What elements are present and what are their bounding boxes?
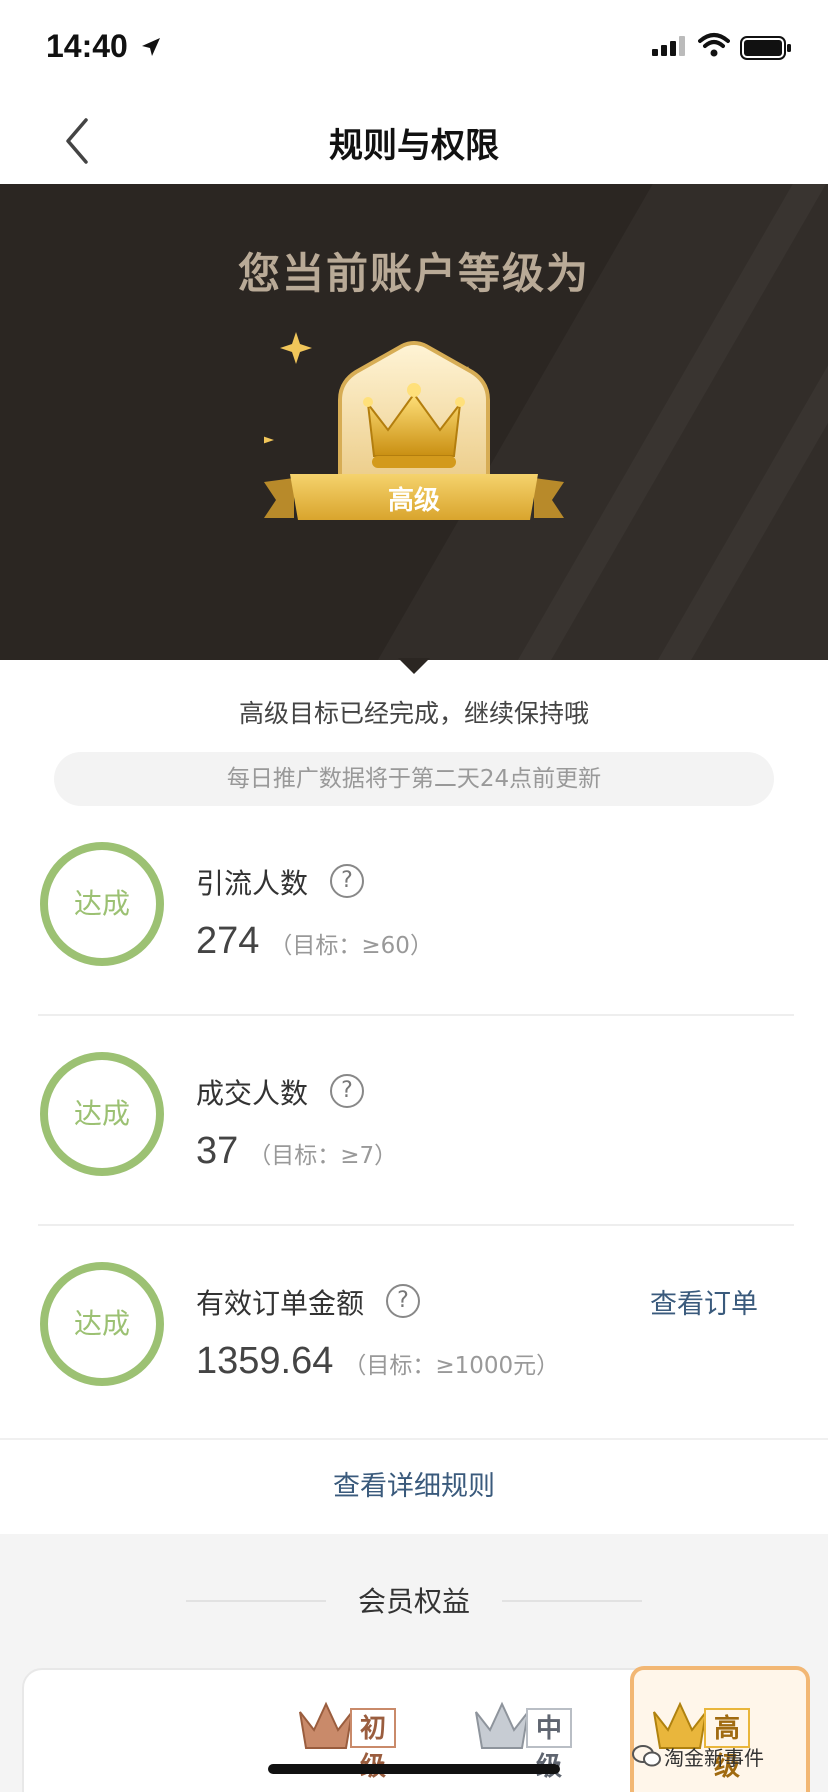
view-orders-link[interactable]: 查看订单 xyxy=(650,1282,758,1321)
level-hero: 您当前账户等级为 高级 xyxy=(0,184,828,660)
level-label: 高级 xyxy=(387,486,440,516)
metric-target: （目标：≥1000元） xyxy=(343,1353,560,1379)
status-time: 14:40 xyxy=(46,28,128,64)
wechat-icon xyxy=(632,1745,661,1767)
tier-junior[interactable]: 初级 xyxy=(296,1698,397,1782)
watermark-text: 淘金新事件 xyxy=(664,1746,764,1770)
level-badge: 高级 xyxy=(242,332,564,572)
update-notice: 每日推广数据将于第二天24点前更新 xyxy=(54,752,774,806)
bronze-crown-icon xyxy=(299,1701,353,1749)
metric-label: 引流人数 xyxy=(196,867,309,900)
tier-label: 初级 xyxy=(350,1708,397,1782)
status-message: 高级目标已经完成，继续保持哦 xyxy=(238,699,589,728)
wifi-icon xyxy=(698,33,730,57)
metric-value: 37 xyxy=(196,1130,239,1172)
hero-pointer xyxy=(398,658,430,674)
help-icon[interactable]: ? xyxy=(330,1074,364,1108)
status-bar: 14:40 xyxy=(0,0,828,96)
metric-target: （目标：≥7） xyxy=(248,1143,398,1169)
benefits-title: 会员权益 xyxy=(357,1585,470,1618)
detailed-rules-link[interactable]: 查看详细规则 xyxy=(0,1438,828,1534)
home-indicator[interactable] xyxy=(268,1764,560,1774)
page-title: 规则与权限 xyxy=(329,126,499,166)
location-arrow-icon xyxy=(142,38,160,56)
achieved-ring: 达成 xyxy=(40,1262,164,1386)
divider xyxy=(38,1014,794,1016)
metric-value: 274 xyxy=(196,920,260,962)
metric-label: 有效订单金额 xyxy=(196,1287,365,1320)
metric-value-line: 1359.64 （目标：≥1000元） xyxy=(196,1340,559,1383)
metric-value: 1359.64 xyxy=(196,1340,334,1382)
tier-middle[interactable]: 中级 xyxy=(472,1698,573,1782)
metric-value-line: 37 （目标：≥7） xyxy=(196,1130,397,1173)
hero-title: 您当前账户等级为 xyxy=(237,249,590,298)
crown-badge-icon xyxy=(242,332,564,520)
metric-row-order-amount: 达成 有效订单金额 ? 查看订单 1359.64 （目标：≥1000元） xyxy=(0,1256,828,1466)
tier-label: 中级 xyxy=(526,1708,573,1782)
help-icon[interactable]: ? xyxy=(330,864,364,898)
achieved-ring: 达成 xyxy=(40,842,164,966)
nav-bar: 规则与权限 xyxy=(0,96,828,184)
help-icon[interactable]: ? xyxy=(386,1284,420,1318)
metric-target: （目标：≥60） xyxy=(269,933,433,959)
achieved-ring: 达成 xyxy=(40,1052,164,1176)
battery-icon xyxy=(740,36,791,60)
silver-crown-icon xyxy=(475,1701,529,1749)
cellular-signal-icon xyxy=(652,36,685,56)
metric-value-line: 274 （目标：≥60） xyxy=(196,920,433,963)
divider xyxy=(38,1224,794,1226)
metric-label: 成交人数 xyxy=(196,1077,309,1110)
